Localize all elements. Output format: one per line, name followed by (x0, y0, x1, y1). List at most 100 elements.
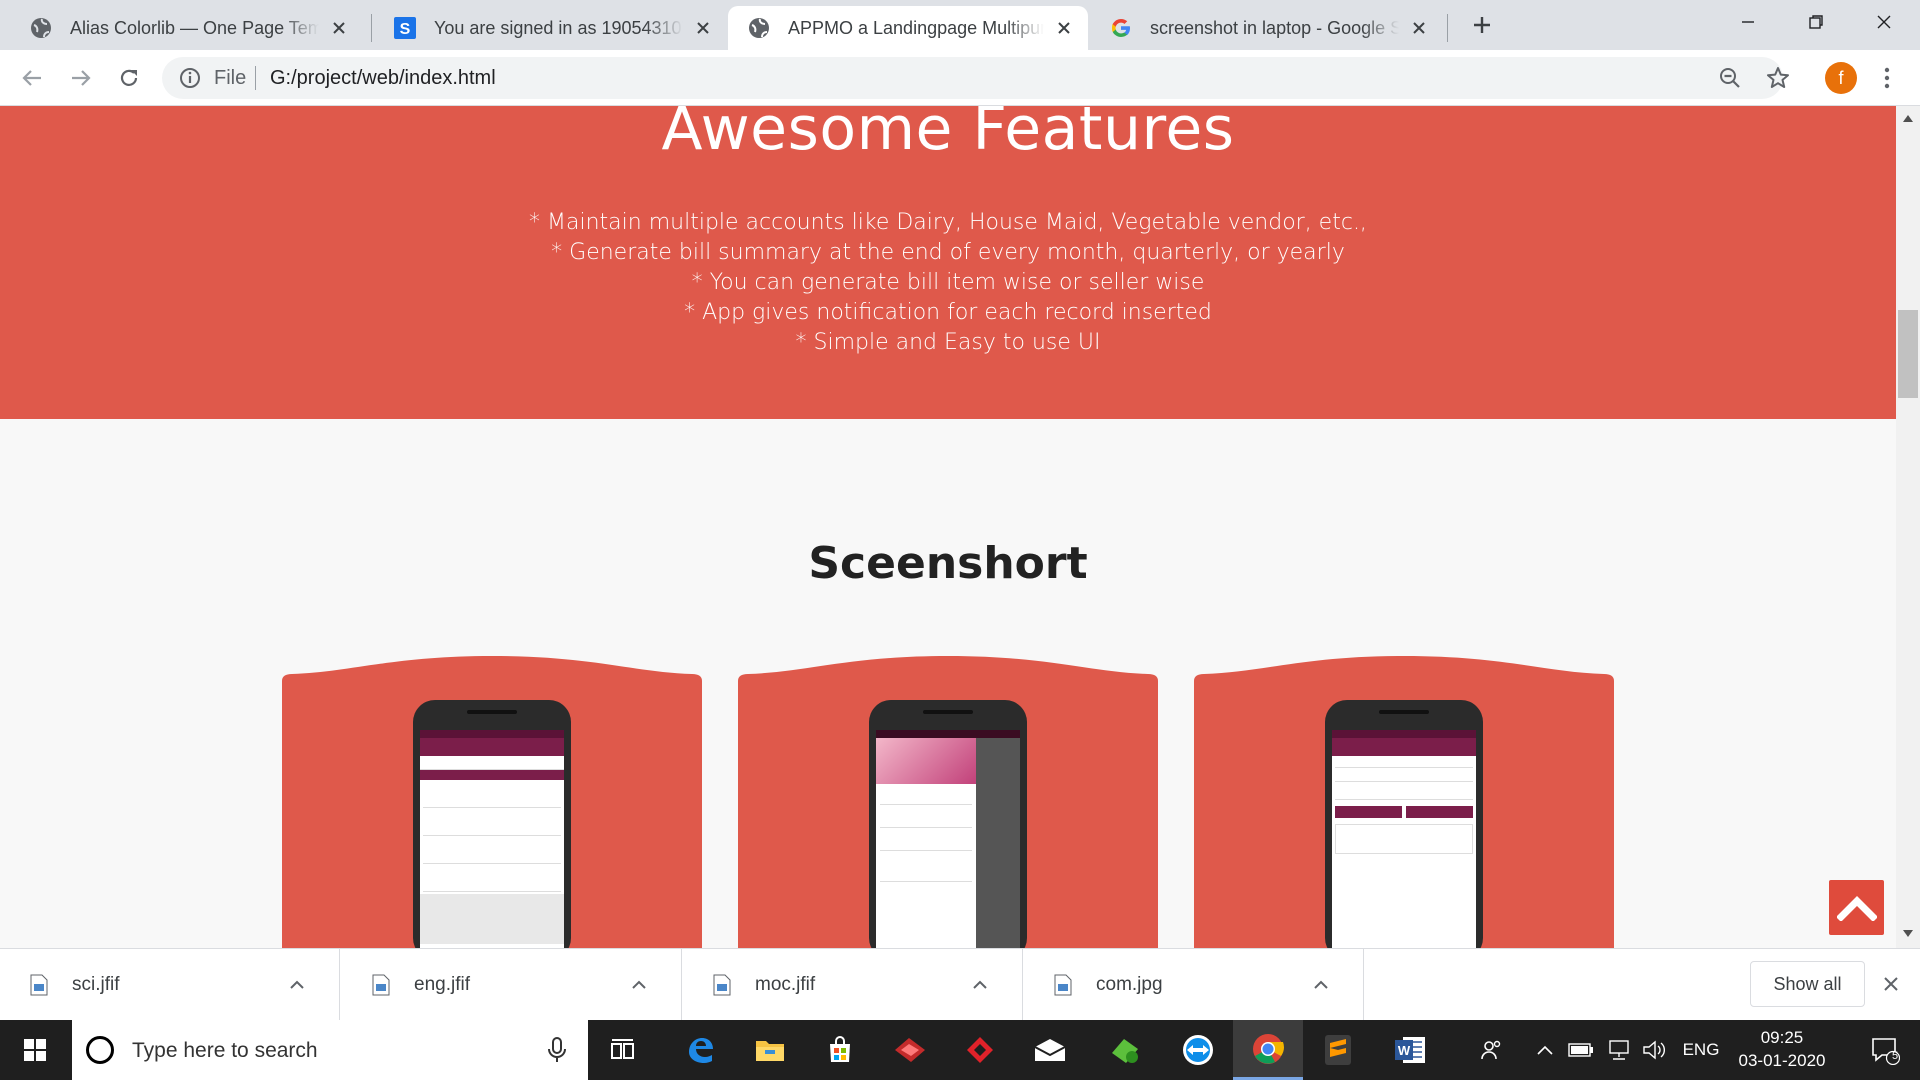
tab-title: You are signed in as 1905431070 (434, 17, 683, 38)
image-file-icon (1054, 974, 1072, 996)
tab-title: APPMO a Landingpage Multipurpose (788, 17, 1044, 38)
feature-item: * Simple and Easy to use UI (795, 330, 1101, 355)
sublime-text-icon[interactable] (1303, 1020, 1373, 1080)
anydesk-icon[interactable] (945, 1020, 1015, 1080)
new-tab-button[interactable] (1466, 9, 1498, 41)
tab-separator (1447, 14, 1448, 42)
feature-item: * You can generate bill item wise or sel… (691, 270, 1205, 295)
restore-button[interactable] (1782, 0, 1850, 44)
download-item[interactable]: eng.jfif (342, 949, 682, 1021)
svg-text:S: S (400, 21, 411, 38)
microsoft-store-icon[interactable] (805, 1020, 875, 1080)
features-title: Awesome Features (661, 106, 1235, 164)
download-item[interactable]: com.jpg (1024, 949, 1364, 1021)
phone-mockup (869, 700, 1027, 948)
volume-icon[interactable] (1640, 1020, 1670, 1080)
download-item[interactable]: sci.jfif (0, 949, 340, 1021)
edge-browser-icon[interactable] (665, 1020, 735, 1080)
tab-title: Alias Colorlib — One Page Template (70, 17, 319, 38)
url-text[interactable]: G:/project/web/index.html (270, 67, 496, 90)
windows-logo-icon (24, 1039, 46, 1061)
page-scrollbar[interactable] (1896, 106, 1920, 948)
phone-speaker (467, 710, 517, 714)
input-language[interactable]: ENG (1680, 1020, 1722, 1080)
info-icon[interactable] (178, 66, 202, 90)
close-tab-icon[interactable] (327, 16, 351, 40)
feature-item: * Generate bill summary at the end of ev… (551, 240, 1345, 265)
app-screenshot-daily-book (420, 730, 564, 948)
chevron-up-icon[interactable] (627, 973, 651, 997)
show-hidden-icons-chevron-icon[interactable] (1532, 1020, 1558, 1080)
back-button[interactable] (12, 58, 52, 98)
cortana-icon[interactable] (86, 1036, 114, 1064)
minimize-button[interactable] (1714, 0, 1782, 44)
tab-signed-in[interactable]: S You are signed in as 1905431070 (374, 6, 727, 50)
reload-button[interactable] (109, 58, 149, 98)
features-section: Awesome Features * Maintain multiple acc… (0, 106, 1896, 419)
windows-taskbar: Type here to search W ENG 09:25 03-01-20… (0, 1020, 1920, 1080)
battery-icon[interactable] (1566, 1020, 1596, 1080)
tab-alias-colorlib[interactable]: Alias Colorlib — One Page Template (10, 6, 363, 50)
network-icon[interactable] (1604, 1020, 1634, 1080)
feature-item: * App gives notification for each record… (684, 300, 1212, 325)
image-file-icon (713, 974, 731, 996)
screenshot-card-bill-summary (1194, 656, 1614, 948)
action-center-button[interactable]: 5 (1850, 1020, 1920, 1080)
close-window-button[interactable] (1850, 0, 1918, 44)
close-tab-icon[interactable] (1407, 16, 1431, 40)
close-tab-icon[interactable] (691, 16, 715, 40)
globe-icon (748, 17, 770, 39)
app-screenshot-drawer (876, 730, 1020, 948)
phone-mockup (413, 700, 571, 948)
profile-avatar[interactable]: f (1825, 62, 1857, 94)
phone-speaker (1379, 710, 1429, 714)
tab-strip: Alias Colorlib — One Page Template S You… (0, 0, 1920, 50)
scroll-down-arrow-icon[interactable] (1899, 926, 1917, 942)
tab-google-search[interactable]: screenshot in laptop - Google Search (1090, 6, 1443, 50)
bookmark-star-icon[interactable] (1765, 65, 1791, 91)
zoom-out-icon[interactable] (1717, 65, 1743, 91)
green-app-icon[interactable] (1090, 1020, 1160, 1080)
app-screenshot-bill-summary (1332, 730, 1476, 948)
back-to-top-button[interactable] (1829, 880, 1884, 935)
svg-text:W: W (1398, 1043, 1411, 1058)
tab-separator (371, 14, 372, 42)
browser-toolbar: File G:/project/web/index.html f (0, 50, 1920, 106)
scroll-up-arrow-icon[interactable] (1899, 110, 1917, 126)
taskbar-clock[interactable]: 09:25 03-01-2020 (1735, 1026, 1829, 1072)
chevron-up-icon[interactable] (1309, 973, 1333, 997)
word-icon[interactable]: W (1375, 1020, 1445, 1080)
file-explorer-icon[interactable] (735, 1020, 805, 1080)
address-bar[interactable]: File G:/project/web/index.html (162, 57, 1789, 99)
taskbar-search-box[interactable]: Type here to search (72, 1020, 588, 1080)
download-item[interactable]: moc.jfif (683, 949, 1023, 1021)
task-view-icon[interactable] (588, 1020, 658, 1080)
scrollbar-thumb[interactable] (1898, 310, 1918, 398)
people-icon[interactable] (1472, 1020, 1512, 1080)
mail-icon[interactable] (1015, 1020, 1085, 1080)
close-icon[interactable] (1878, 971, 1904, 997)
clock-time: 09:25 (1760, 1028, 1804, 1047)
omnibox-separator (255, 66, 256, 90)
close-tab-icon[interactable] (1052, 16, 1076, 40)
download-filename: moc.jfif (755, 974, 816, 995)
chrome-icon[interactable] (1233, 1020, 1303, 1080)
show-all-downloads-button[interactable]: Show all (1750, 961, 1865, 1007)
tab-appmo[interactable]: APPMO a Landingpage Multipurpose (728, 6, 1088, 50)
microphone-icon[interactable] (546, 1036, 568, 1064)
browser-menu-icon[interactable] (1875, 64, 1899, 92)
tab-title: screenshot in laptop - Google Search (1150, 17, 1399, 38)
download-filename: eng.jfif (414, 974, 470, 995)
phone-mockup (1325, 700, 1483, 948)
chevron-up-icon[interactable] (285, 973, 309, 997)
clock-date: 03-01-2020 (1738, 1051, 1826, 1070)
image-file-icon (30, 974, 48, 996)
app-red-icon[interactable] (875, 1020, 945, 1080)
feature-item: * Maintain multiple accounts like Dairy,… (529, 210, 1367, 235)
teamviewer-icon[interactable] (1163, 1020, 1233, 1080)
windows-start-button[interactable] (0, 1020, 70, 1080)
s-badge-icon: S (394, 17, 416, 39)
page-viewport: Awesome Features * Maintain multiple acc… (0, 106, 1896, 948)
chevron-up-icon[interactable] (968, 973, 992, 997)
forward-button[interactable] (61, 58, 101, 98)
